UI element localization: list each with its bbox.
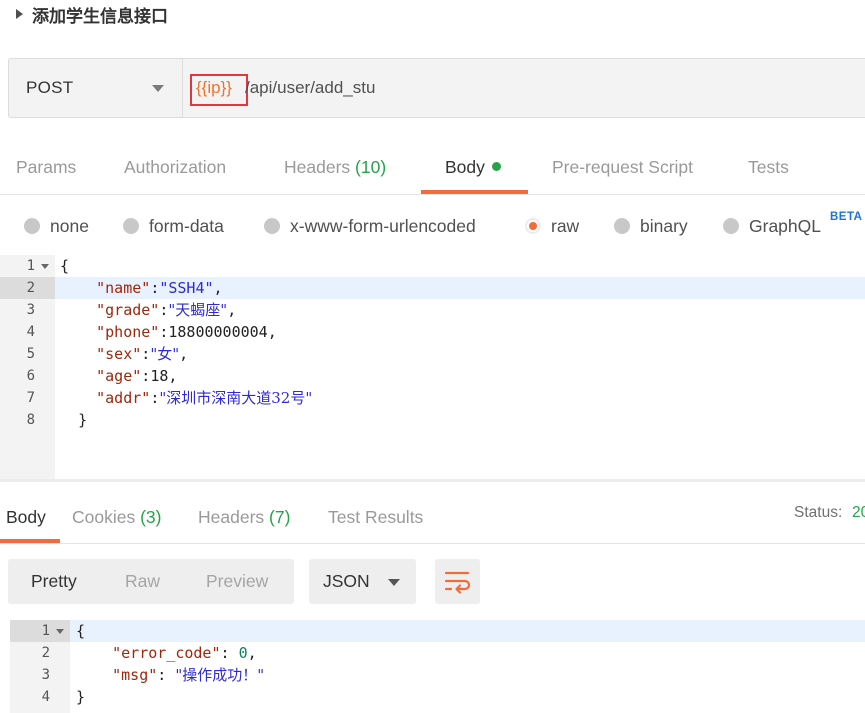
request-title: 添加学生信息接口 (32, 7, 168, 27)
line-number: 2 (26, 280, 35, 296)
raw-button[interactable]: Raw (125, 571, 160, 592)
format-select[interactable]: JSON (309, 559, 416, 604)
request-title-row[interactable]: 添加学生信息接口 (0, 0, 865, 34)
code-line: } (76, 688, 86, 706)
format-label: JSON (323, 571, 370, 591)
tab-response-headers-label: Headers (198, 507, 265, 527)
tab-response-headers[interactable]: Headers (7) (198, 507, 290, 528)
pane-divider[interactable] (0, 479, 865, 482)
code-line: } (78, 411, 88, 429)
fold-arrow-icon[interactable] (56, 629, 64, 634)
request-url-bar: POST {{ip}} /api/user/add_stu (8, 58, 865, 118)
tab-response-headers-count: (7) (269, 507, 291, 527)
radio-none[interactable]: none (24, 216, 89, 237)
line-number: 1 (0, 255, 55, 277)
line-number: 8 (26, 412, 35, 428)
line-number: 3 (26, 302, 35, 318)
url-variable: {{ip}} (196, 78, 232, 97)
line-number: 2 (41, 645, 50, 661)
tab-response-body[interactable]: Body (6, 507, 46, 528)
active-tab-underline (0, 539, 60, 543)
code-line: "sex":"女", (96, 345, 189, 363)
tab-headers[interactable]: Headers (10) (284, 157, 386, 178)
line-number: 6 (26, 368, 35, 384)
body-indicator-dot (491, 162, 501, 171)
code-line: "addr":"深圳市深南大道32号" (96, 389, 313, 407)
fold-arrow-icon[interactable] (41, 264, 49, 269)
status-label: Status: (794, 504, 843, 521)
code-line: "phone":18800000004, (96, 323, 277, 341)
active-tab-underline (421, 190, 528, 194)
code-line: "name":"SSH4", (96, 279, 223, 297)
request-body-editor[interactable]: 1 2 3 4 5 6 7 8 { "name":"SSH4", "grade"… (0, 255, 865, 480)
radio-circle-icon (723, 218, 739, 234)
preview-button[interactable]: Preview (206, 571, 268, 592)
line-number: 7 (26, 390, 35, 406)
line-number: 4 (26, 324, 35, 340)
tab-test-results[interactable]: Test Results (328, 507, 423, 528)
radio-raw-label: raw (551, 216, 580, 236)
radio-circle-icon (614, 218, 630, 234)
code-line: "grade":"天蝎座", (96, 301, 237, 319)
radio-circle-icon (24, 218, 40, 234)
code-line: "msg": "操作成功！" (112, 666, 265, 684)
radio-raw[interactable]: raw (525, 216, 579, 237)
radio-binary-label: binary (640, 216, 688, 236)
radio-selected-icon (525, 218, 541, 234)
radio-urlencoded[interactable]: x-www-form-urlencoded (264, 216, 476, 237)
pretty-button[interactable]: Pretty (31, 571, 77, 592)
line-number: 1 (10, 620, 70, 642)
url-path: /api/user/add_stu (245, 78, 376, 97)
url-input[interactable]: {{ip}} /api/user/add_stu (184, 59, 865, 117)
tab-authorization[interactable]: Authorization (124, 157, 226, 178)
view-mode-group: Pretty Raw Preview (8, 559, 294, 604)
line-number: 4 (41, 689, 50, 705)
response-body-viewer[interactable]: 1 2 3 4 { "error_code": 0, "msg": "操作成功！… (10, 620, 865, 713)
line-number: 3 (41, 667, 50, 683)
chevron-down-icon (152, 85, 164, 92)
tab-tests[interactable]: Tests (748, 157, 789, 178)
tab-body-label: Body (445, 157, 485, 177)
radio-circle-icon (264, 218, 280, 234)
wrap-lines-icon (444, 571, 471, 594)
tab-params[interactable]: Params (16, 157, 76, 178)
radio-form-data[interactable]: form-data (123, 216, 224, 237)
radio-graphql-label: GraphQL (749, 216, 821, 236)
code-line: { (76, 622, 86, 640)
radio-form-data-label: form-data (149, 216, 224, 236)
chevron-down-icon (388, 579, 400, 586)
status-value: 20 (852, 504, 865, 521)
collapse-caret-icon[interactable] (16, 9, 23, 19)
beta-badge: BETA (830, 211, 863, 223)
tab-cookies-label: Cookies (72, 507, 136, 527)
tab-headers-label: Headers (284, 157, 351, 177)
tab-cookies[interactable]: Cookies (3) (72, 507, 162, 528)
tab-prerequest-script[interactable]: Pre-request Script (552, 157, 693, 178)
method-select[interactable]: POST (9, 59, 183, 117)
radio-binary[interactable]: binary (614, 216, 688, 237)
radio-none-label: none (50, 216, 89, 236)
active-line-highlight (70, 620, 865, 642)
body-type-options: none form-data x-www-form-urlencoded raw… (0, 205, 865, 249)
code-line: "age":18, (96, 367, 178, 385)
wrap-lines-button[interactable] (435, 559, 480, 604)
response-tabs: Body Cookies (3) Headers (7) Test Result… (0, 492, 865, 544)
method-label: POST (26, 78, 74, 97)
request-tabs: Params Authorization Headers (10) Body P… (0, 140, 865, 195)
tab-cookies-count: (3) (140, 507, 162, 527)
code-line: "error_code": 0, (112, 644, 257, 662)
radio-graphql[interactable]: GraphQL (723, 216, 821, 237)
code-line: { (60, 257, 70, 275)
tab-body[interactable]: Body (445, 157, 501, 178)
line-number: 5 (26, 346, 35, 362)
radio-circle-icon (123, 218, 139, 234)
tab-headers-count: (10) (355, 157, 387, 177)
radio-urlencoded-label: x-www-form-urlencoded (290, 216, 476, 236)
